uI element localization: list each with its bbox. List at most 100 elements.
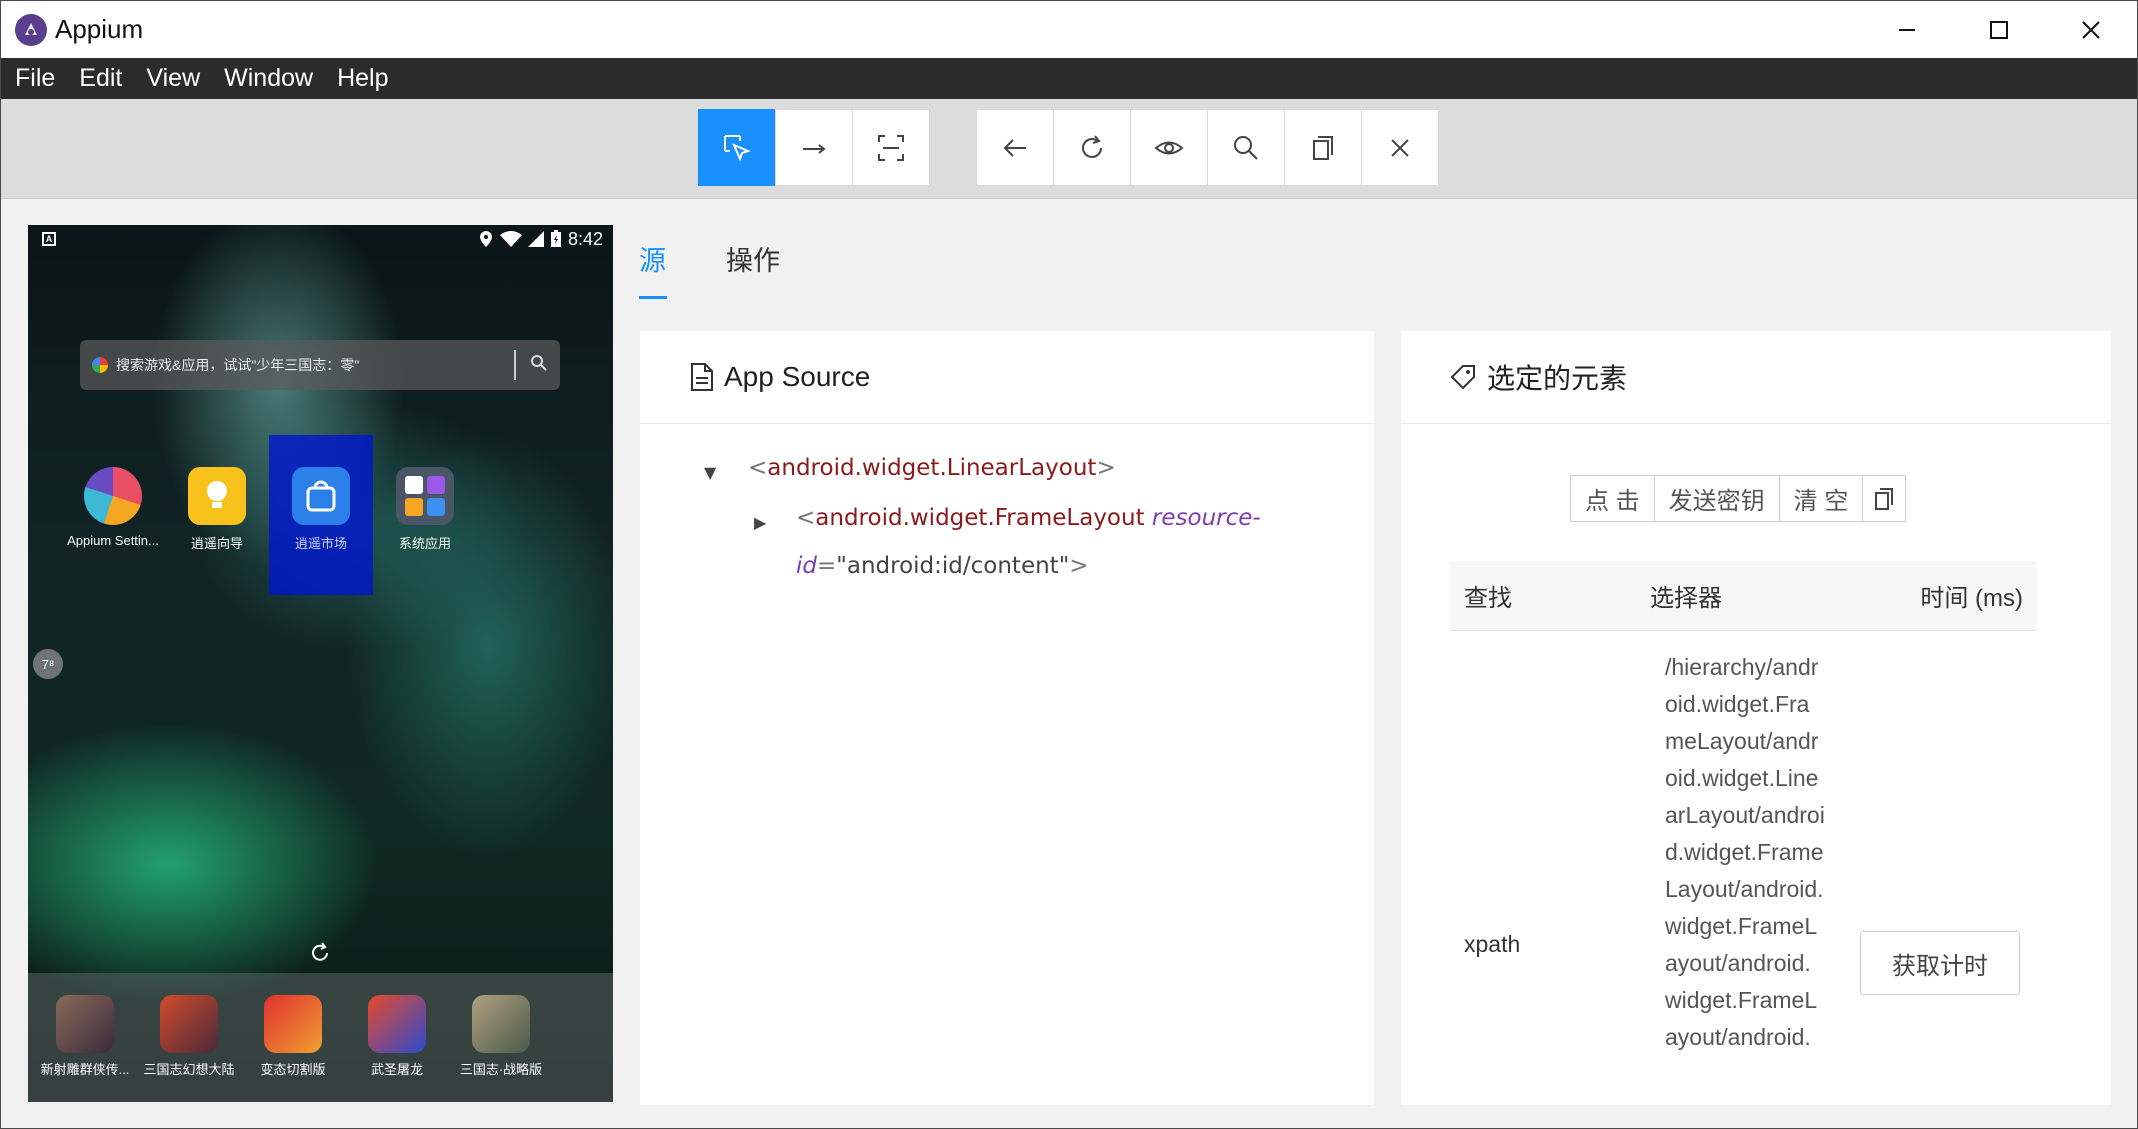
dock-label: 武圣屠龙 [370,1062,423,1077]
copy-attributes-button[interactable] [1862,475,1907,522]
send-keys-button[interactable]: 发送密钥 [1653,475,1780,522]
game-icon [368,995,426,1053]
tab-actions[interactable]: 操作 [726,239,780,299]
copy-icon [1875,487,1894,510]
swipe-button[interactable] [775,109,853,186]
system-apps-icon [396,467,454,525]
device-search-placeholder: 搜索游戏&应用，试试"少年三国志：零" [116,357,360,373]
maximize-button[interactable] [1953,1,2045,58]
header-time: 时间 (ms) [1920,585,2023,612]
game-icon [264,995,322,1053]
game-icon [56,995,114,1053]
menu-view[interactable]: View [138,64,208,93]
battery-icon [550,230,561,247]
app-appium-settings[interactable]: Appium Settin... [61,435,165,595]
appium-window: Appium File Edit View Window Help A 8:42… [0,0,2138,1129]
refresh-icon[interactable] [308,941,332,965]
device-screenshot[interactable]: A 8:42 搜索游戏&应用，试试"少年三国志：零" Appium Settin… [28,225,613,1102]
search-element-button[interactable] [1207,109,1285,186]
eye-icon [1154,141,1184,154]
signal-icon [527,231,544,247]
tree-attr-value: "android:id/content" [836,553,1070,579]
wifi-icon [499,231,522,247]
menu-help[interactable]: Help [329,64,396,93]
device-search-bar[interactable]: 搜索游戏&应用，试试"少年三国志：零" [80,340,560,390]
tap-coordinates-button[interactable] [852,109,930,186]
copy-xml-button[interactable] [1284,109,1362,186]
close-icon [2082,20,2100,39]
app-label: 逍遥市场 [294,536,347,551]
floating-badge[interactable]: 7⁸ [33,649,63,679]
location-icon [479,231,492,247]
market-icon [292,467,350,525]
app-source-panel: App Source ▼ <android.widget.LinearLayou… [640,331,1374,1105]
window-title: Appium [55,14,144,44]
row-xpath-selector: /hierarchy/android.widget.FrameLayout/an… [1665,654,1825,1050]
selected-element-panel: 选定的元素 点 击 发送密钥 清 空 查找 选择器 时间 (ms) xpath … [1401,331,2111,1105]
app-guide[interactable]: 逍遥向导 [165,435,269,595]
maximize-icon [1990,20,2008,39]
menu-window[interactable]: Window [216,64,321,93]
dock-app-2[interactable]: 三国志幻想大陆 [137,995,241,1078]
tag-icon [1449,363,1477,391]
scan-frame-icon [878,134,904,161]
row-find-strategy: xpath [1464,931,1521,957]
menu-file[interactable]: File [7,64,63,93]
select-cursor-icon [724,134,751,162]
dock-label: 三国志幻想大陆 [143,1062,235,1077]
selector-table: 查找 选择器 时间 (ms) xpath /hierarchy/android.… [1450,561,2037,1128]
clear-element-button[interactable]: 清 空 [1778,475,1864,522]
app-label: 逍遥向导 [190,536,243,551]
game-icon [472,995,530,1053]
refresh-source-button[interactable] [1053,109,1131,186]
file-icon [690,362,714,392]
dock-label: 三国志·战略版 [459,1062,543,1077]
quit-session-button[interactable] [1361,109,1439,186]
game-icon [160,995,218,1053]
caret-down-icon[interactable]: ▼ [704,463,716,482]
minimize-button[interactable] [1861,1,1953,58]
caret-right-icon[interactable]: ▶ [754,513,766,532]
select-elements-button[interactable] [698,109,776,186]
search-icon [1234,135,1258,160]
swipe-arrow-icon [803,143,826,154]
selector-table-header: 查找 选择器 时间 (ms) [1450,561,2037,631]
table-row: xpath /hierarchy/android.widget.FrameLay… [1450,631,2037,1128]
tap-element-button[interactable]: 点 击 [1570,475,1655,522]
selected-element-header: 选定的元素 [1401,331,2111,424]
title-bar: Appium [1,1,2137,58]
menu-bar: File Edit View Window Help [1,58,2137,99]
home-app-grid: Appium Settin... 逍遥向导 逍遥市场 系统应用 [28,435,613,595]
back-button[interactable] [976,109,1054,186]
appium-logo-icon [15,13,47,46]
dock-app-1[interactable]: 新射雕群侠传... [33,995,137,1078]
dock-app-3[interactable]: 变态切割版 [241,995,345,1078]
dock-app-5[interactable]: 三国志·战略版 [449,995,553,1078]
app-source-title: App Source [724,361,871,392]
dock-label: 变态切割版 [260,1062,326,1077]
tree-root-tag: android.widget.LinearLayout [767,455,1097,481]
close-window-button[interactable] [2045,1,2137,58]
app-source-header: App Source [640,331,1374,424]
dock-app-4[interactable]: 武圣屠龙 [345,995,449,1078]
app-label: Appium Settin... [67,533,159,548]
menu-edit[interactable]: Edit [71,64,130,93]
app-system-apps[interactable]: 系统应用 [373,435,477,595]
tree-attr-name-cont: id [796,553,817,579]
tab-source[interactable]: 源 [639,239,667,299]
notification-a-icon: A [42,232,56,246]
app-market-selected[interactable]: 逍遥市场 [269,435,373,595]
appium-settings-icon [84,467,142,525]
dock-label: 新射雕群侠传... [40,1062,130,1077]
app-label: 系统应用 [398,536,451,551]
selected-element-title: 选定的元素 [1487,363,1628,394]
element-actions: 点 击 发送密钥 清 空 [1570,475,1907,522]
store-logo-icon [92,357,108,373]
inspector-toolbar [1,99,2137,199]
bulb-icon [188,467,246,525]
tree-child-tag: android.widget.FrameLayout [815,505,1145,531]
get-timing-button[interactable]: 获取计时 [1860,931,2020,995]
interaction-mode-group [698,109,930,186]
toggle-view-button[interactable] [1130,109,1208,186]
inspector-tabs: 源 操作 [639,239,840,299]
